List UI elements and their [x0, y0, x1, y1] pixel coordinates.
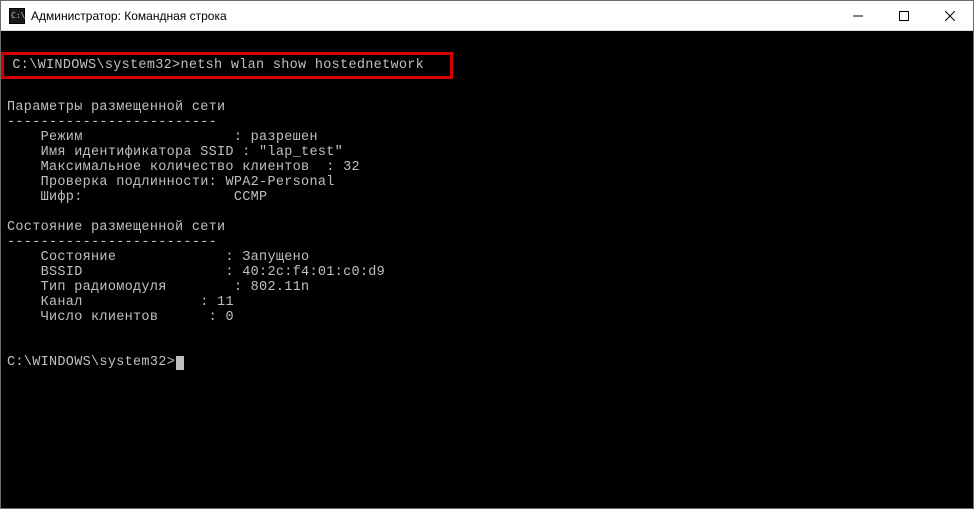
divider: -------------------------: [7, 235, 217, 250]
minimize-button[interactable]: [835, 1, 881, 30]
param-ssid-label: Имя идентификатора SSID :: [7, 145, 259, 160]
param-auth-label: Проверка подлинности:: [7, 175, 225, 190]
section-header: Состояние размещенной сети: [7, 220, 225, 235]
divider: -------------------------: [7, 115, 217, 130]
state-status-label: Состояние :: [7, 250, 242, 265]
terminal-area[interactable]: C:\WINDOWS\system32>netsh wlan show host…: [1, 31, 973, 508]
param-cipher-value: CCMP: [234, 190, 268, 205]
highlighted-command-line: C:\WINDOWS\system32>netsh wlan show host…: [1, 52, 453, 79]
window-controls: [835, 1, 973, 30]
section-header: Параметры размещенной сети: [7, 100, 225, 115]
svg-text:C:\: C:\: [11, 11, 25, 20]
param-cipher-label: Шифр:: [7, 190, 234, 205]
prompt: C:\WINDOWS\system32>: [7, 355, 175, 370]
command-text: netsh wlan show hostednetwork: [180, 58, 424, 73]
prompt: C:\WINDOWS\system32>: [12, 58, 180, 73]
state-clients-value: 0: [225, 310, 233, 325]
param-maxclients-value: 32: [343, 160, 360, 175]
param-mode-value: разрешен: [251, 130, 318, 145]
maximize-button[interactable]: [881, 1, 927, 30]
cmd-icon: C:\: [9, 8, 25, 24]
state-bssid-value: 40:2c:f4:01:c0:d9: [242, 265, 385, 280]
param-ssid-value: "lap_test": [259, 145, 343, 160]
close-button[interactable]: [927, 1, 973, 30]
state-channel-value: 11: [217, 295, 234, 310]
state-clients-label: Число клиентов :: [7, 310, 225, 325]
window-title: Администратор: Командная строка: [31, 9, 835, 23]
state-status-value: Запущено: [242, 250, 309, 265]
state-radio-label: Тип радиомодуля :: [7, 280, 251, 295]
cursor: [176, 356, 184, 370]
terminal-output: Параметры размещенной сети -------------…: [1, 85, 973, 370]
command-prompt-window: C:\ Администратор: Командная строка C:\W…: [0, 0, 974, 509]
state-radio-value: 802.11n: [251, 280, 310, 295]
titlebar[interactable]: C:\ Администратор: Командная строка: [1, 1, 973, 31]
state-bssid-label: BSSID :: [7, 265, 242, 280]
state-channel-label: Канал :: [7, 295, 217, 310]
param-auth-value: WPA2-Personal: [225, 175, 334, 190]
param-maxclients-label: Максимальное количество клиентов :: [7, 160, 343, 175]
param-mode-label: Режим :: [7, 130, 251, 145]
